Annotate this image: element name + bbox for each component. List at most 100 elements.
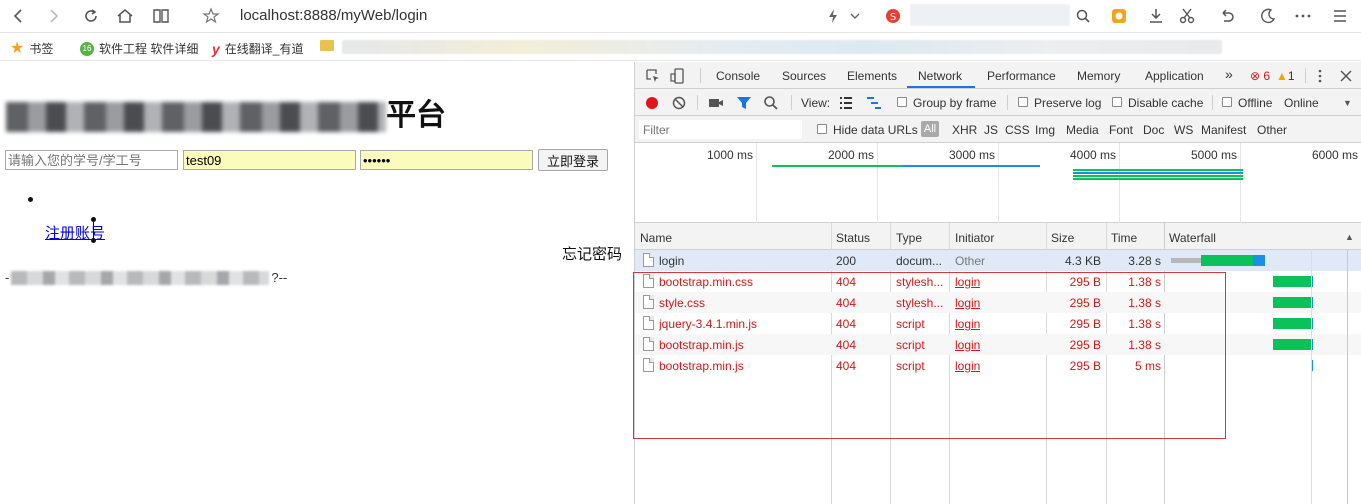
filter-css[interactable]: CSS bbox=[1005, 123, 1030, 137]
star-icon[interactable] bbox=[200, 5, 222, 27]
bookmark-folder-main[interactable]: ★ 书签 bbox=[10, 40, 53, 57]
timeline-bar bbox=[1073, 175, 1243, 177]
inspect-element-icon[interactable] bbox=[642, 65, 664, 87]
filter-manifest[interactable]: Manifest bbox=[1201, 123, 1246, 137]
filter-icon[interactable] bbox=[733, 92, 755, 114]
list-view-icon[interactable] bbox=[835, 92, 857, 114]
password-field[interactable] bbox=[360, 150, 533, 170]
column-size[interactable]: Size bbox=[1051, 231, 1074, 245]
scissors-icon[interactable] bbox=[1176, 5, 1198, 27]
back-icon[interactable] bbox=[8, 5, 30, 27]
more-icon[interactable] bbox=[1292, 5, 1314, 27]
filter-js[interactable]: JS bbox=[984, 123, 998, 137]
hide-data-urls-checkbox[interactable] bbox=[817, 124, 827, 134]
timeline-tick: 3000 ms bbox=[948, 148, 995, 162]
timeline-gridline bbox=[1240, 143, 1241, 223]
address-bar[interactable]: localhost:8888/myWeb/login bbox=[240, 7, 427, 24]
username-field[interactable] bbox=[183, 150, 356, 170]
error-count[interactable]: ⊗ 6 bbox=[1250, 69, 1270, 83]
page-title-text: 平台 bbox=[386, 99, 446, 132]
timeline-gridline bbox=[998, 143, 999, 223]
tab-sources[interactable]: Sources bbox=[782, 69, 826, 83]
filter-media[interactable]: Media bbox=[1066, 123, 1099, 137]
request-status: 200 bbox=[836, 254, 857, 268]
record-icon[interactable] bbox=[641, 92, 663, 114]
search-engine-icon[interactable]: S bbox=[882, 5, 904, 27]
column-waterfall[interactable]: Waterfall bbox=[1169, 231, 1216, 245]
request-name: login bbox=[659, 254, 685, 268]
more-tabs-icon[interactable]: » bbox=[1225, 66, 1233, 82]
tab-elements[interactable]: Elements bbox=[847, 69, 897, 83]
search-icon[interactable] bbox=[1072, 5, 1094, 27]
timeline-bar bbox=[1073, 172, 1243, 174]
night-mode-icon[interactable] bbox=[1257, 5, 1279, 27]
bookmarks-bar: ★ 书签 16 软件工程 软件详细 y 在线翻译_有道 bbox=[0, 33, 1361, 61]
bookmark-software-engineering[interactable]: 16 软件工程 软件详细 bbox=[80, 40, 198, 57]
table-row[interactable]: login 200 docum... Other 4.3 KB 3.28 s bbox=[635, 250, 1361, 271]
filter-ws[interactable]: WS bbox=[1174, 123, 1193, 137]
camera-icon[interactable] bbox=[705, 92, 727, 114]
network-filterbar: Hide data URLs All XHR JS CSS Img Media … bbox=[635, 116, 1361, 143]
filter-font[interactable]: Font bbox=[1109, 123, 1133, 137]
tab-application[interactable]: Application bbox=[1145, 69, 1204, 83]
tab-performance[interactable]: Performance bbox=[987, 69, 1056, 83]
request-time: 3.28 s bbox=[1128, 254, 1161, 268]
undo-icon[interactable] bbox=[1216, 5, 1238, 27]
timeline-bar bbox=[1073, 178, 1243, 180]
reader-icon[interactable] bbox=[150, 5, 172, 27]
page-title: 平台 bbox=[6, 90, 446, 134]
bookmark-label: 书签 bbox=[29, 42, 54, 56]
filter-xhr[interactable]: XHR bbox=[952, 123, 977, 137]
star-icon: ★ bbox=[10, 39, 25, 57]
column-time[interactable]: Time bbox=[1111, 231, 1137, 245]
bookmark-folder[interactable] bbox=[320, 40, 334, 51]
extension-icon[interactable] bbox=[1108, 5, 1130, 27]
forgot-password-link[interactable]: 忘记密码 bbox=[562, 243, 622, 264]
column-name[interactable]: Name bbox=[640, 231, 672, 245]
device-toolbar-icon[interactable] bbox=[667, 65, 689, 87]
search-box-redacted[interactable] bbox=[910, 4, 1070, 26]
devtools-menu-icon[interactable] bbox=[1309, 65, 1331, 87]
reload-icon[interactable] bbox=[80, 5, 102, 27]
sort-ascending-icon[interactable]: ▲ bbox=[1345, 232, 1354, 242]
folder-icon bbox=[320, 40, 334, 51]
throttling-select[interactable]: Online bbox=[1284, 96, 1319, 110]
waterfall-bar-wait bbox=[1171, 258, 1201, 263]
timeline-overview[interactable]: 1000 ms 2000 ms 3000 ms 4000 ms 5000 ms … bbox=[635, 143, 1361, 223]
filter-other[interactable]: Other bbox=[1257, 123, 1287, 137]
tab-console[interactable]: Console bbox=[716, 69, 760, 83]
bookmarks-redacted bbox=[342, 40, 1222, 54]
preserve-log-checkbox[interactable] bbox=[1018, 97, 1028, 107]
group-by-frame-checkbox[interactable] bbox=[897, 97, 907, 107]
chevron-down-icon[interactable] bbox=[844, 5, 866, 27]
column-type[interactable]: Type bbox=[896, 231, 922, 245]
bookmark-youdao-translate[interactable]: y 在线翻译_有道 bbox=[212, 40, 303, 57]
tab-network[interactable]: Network bbox=[918, 69, 962, 83]
clear-icon[interactable] bbox=[668, 92, 690, 114]
throttling-chevron-icon[interactable]: ▼ bbox=[1343, 98, 1352, 108]
account-input[interactable] bbox=[5, 150, 178, 170]
forward-icon[interactable] bbox=[42, 5, 64, 27]
filter-doc[interactable]: Doc bbox=[1143, 123, 1164, 137]
error-count-text: 6 bbox=[1263, 69, 1271, 83]
offline-checkbox[interactable] bbox=[1222, 97, 1232, 107]
menu-icon[interactable] bbox=[1329, 5, 1351, 27]
warning-count[interactable]: ▲1 bbox=[1276, 69, 1295, 83]
column-initiator[interactable]: Initiator bbox=[955, 231, 994, 245]
download-icon[interactable] bbox=[1145, 5, 1167, 27]
tab-memory[interactable]: Memory bbox=[1077, 69, 1120, 83]
disable-cache-checkbox[interactable] bbox=[1112, 97, 1122, 107]
close-icon[interactable] bbox=[1335, 65, 1357, 87]
hide-data-urls-label: Hide data URLs bbox=[833, 123, 918, 137]
filter-all-button[interactable]: All bbox=[921, 121, 939, 137]
lightning-icon[interactable] bbox=[822, 5, 844, 27]
home-icon[interactable] bbox=[114, 5, 136, 27]
register-link[interactable]: 注册账号 bbox=[45, 222, 105, 243]
timeline-tick: 5000 ms bbox=[1190, 148, 1237, 162]
column-status[interactable]: Status bbox=[836, 231, 870, 245]
filter-input[interactable] bbox=[639, 120, 802, 139]
search-icon[interactable] bbox=[760, 92, 782, 114]
filter-img[interactable]: Img bbox=[1035, 123, 1055, 137]
waterfall-view-icon[interactable] bbox=[863, 92, 885, 114]
login-button[interactable]: 立即登录 bbox=[538, 149, 608, 171]
